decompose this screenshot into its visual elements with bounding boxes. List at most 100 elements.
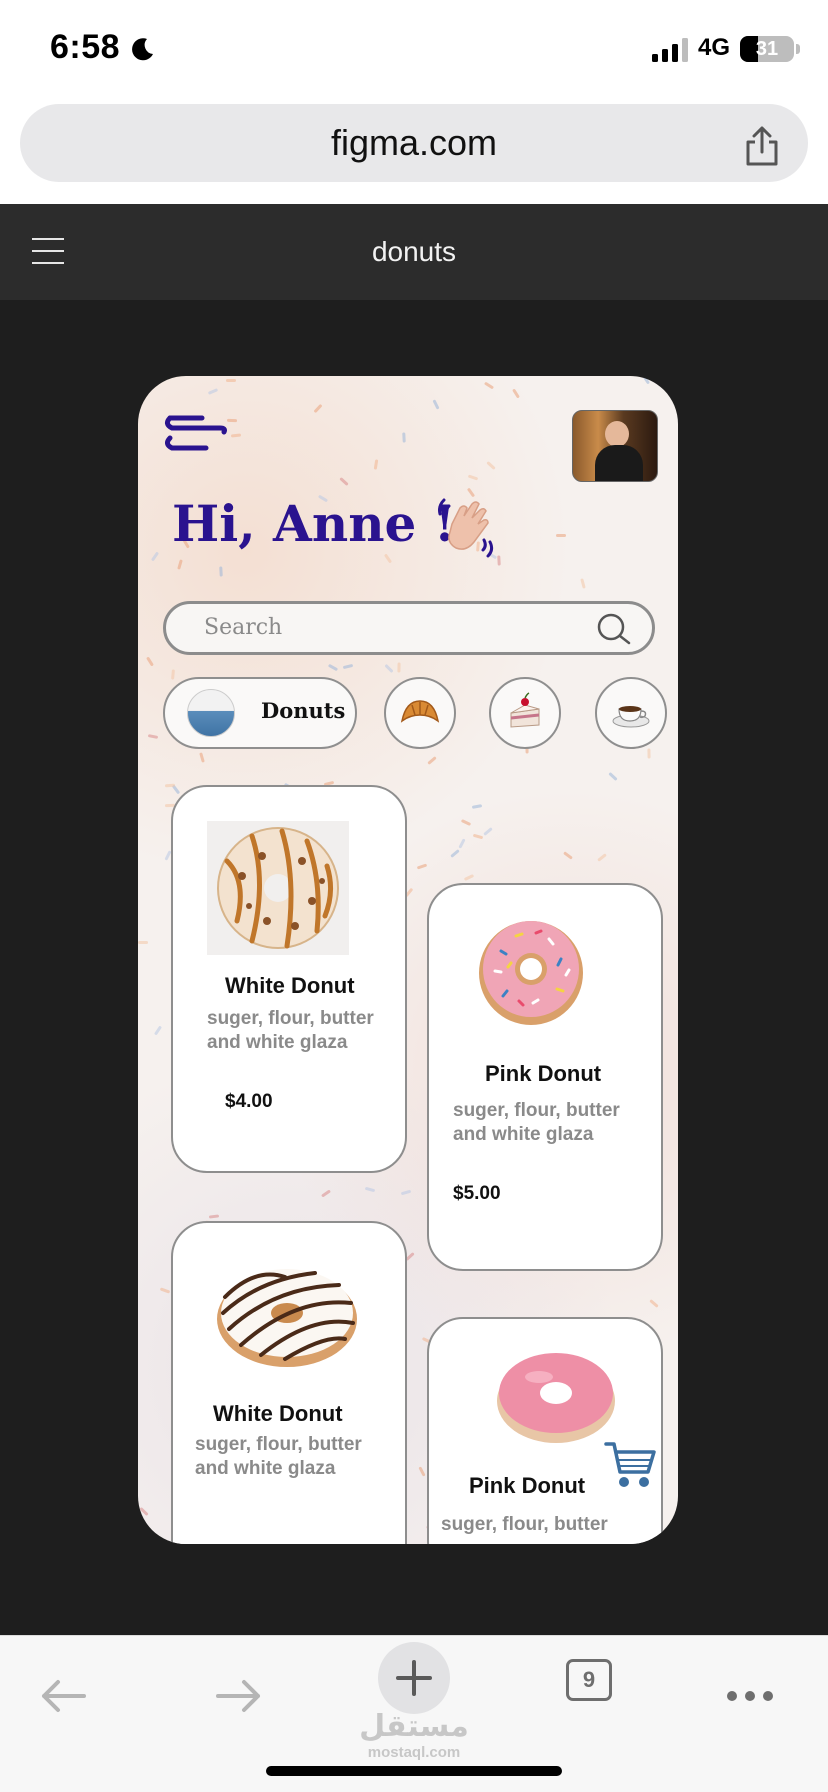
- sprinkle: [321, 1189, 331, 1198]
- forward-arrow-icon[interactable]: [208, 1666, 268, 1726]
- sprinkle: [383, 553, 393, 564]
- sprinkle: [226, 418, 238, 423]
- share-icon[interactable]: [742, 124, 782, 168]
- waving-hand-icon: [438, 498, 494, 558]
- more-icon[interactable]: [720, 1666, 780, 1726]
- url-text[interactable]: figma.com: [20, 104, 808, 182]
- category-chip-cake[interactable]: [489, 677, 561, 749]
- sprinkle: [177, 559, 183, 570]
- sprinkle: [647, 748, 651, 759]
- plus-icon: [396, 1660, 432, 1696]
- network-type: 4G: [698, 34, 731, 61]
- sprinkle: [402, 432, 406, 443]
- back-arrow-icon[interactable]: [34, 1666, 94, 1726]
- sprinkle: [483, 827, 493, 836]
- product-price: $4.00: [225, 1091, 273, 1112]
- search-input[interactable]: Search: [163, 601, 655, 655]
- watermark-arabic: مستقل: [359, 1710, 469, 1743]
- sprinkle: [171, 669, 175, 680]
- product-card[interactable]: Pink Donut suger, flour, butter: [427, 1317, 663, 1544]
- product-name: White Donut: [225, 973, 355, 998]
- sprinkle: [472, 833, 484, 840]
- watermark: مستقل mostaql.com: [350, 1710, 478, 1761]
- battery-icon: 31: [740, 36, 794, 62]
- battery-level: 31: [755, 38, 779, 60]
- sprinkle: [649, 1299, 659, 1308]
- product-image-pink-sprinkle-donut: [479, 921, 583, 1025]
- sprinkle: [450, 849, 460, 858]
- sprinkle: [364, 1186, 376, 1193]
- sprinkle: [208, 1214, 220, 1219]
- sprinkle: [153, 1025, 163, 1036]
- home-indicator[interactable]: [266, 1766, 562, 1776]
- sprinkle: [486, 461, 496, 470]
- sprinkle: [483, 381, 495, 390]
- app-menu-icon[interactable]: [162, 412, 228, 456]
- greeting-heading: Hi, Anne !: [172, 494, 456, 553]
- sprinkle: [327, 663, 339, 672]
- sprinkle: [339, 477, 349, 486]
- donut-icon: [187, 689, 235, 737]
- product-image-chocolate-drizzle-donut: [217, 1269, 357, 1367]
- sprinkle: [146, 656, 154, 667]
- croissant-icon: [400, 700, 440, 723]
- product-card[interactable]: White Donut suger, flour, butter and whi…: [171, 1221, 407, 1544]
- product-image-pink-glazed-donut: [497, 1353, 615, 1443]
- sprinkle: [313, 403, 323, 414]
- sprinkle: [608, 771, 618, 782]
- sprinkle: [342, 663, 354, 670]
- sprinkle: [512, 388, 520, 399]
- sprinkle: [418, 1466, 426, 1477]
- product-description: suger, flour, butter and white glaza: [195, 1434, 362, 1479]
- category-label: Donuts: [261, 698, 346, 723]
- product-image-caramel-donut: [207, 821, 349, 955]
- sprinkle: [138, 941, 148, 944]
- new-tab-button[interactable]: [378, 1642, 450, 1714]
- sprinkle: [427, 756, 437, 765]
- product-description: suger, flour, butter: [441, 1514, 608, 1535]
- search-placeholder: Search: [204, 615, 283, 640]
- search-icon[interactable]: [596, 612, 632, 646]
- product-card[interactable]: White Donut suger, flour, butter and whi…: [171, 785, 407, 1173]
- category-chip-coffee[interactable]: [595, 677, 667, 749]
- avatar[interactable]: [572, 410, 658, 482]
- prototype-title: donuts: [371, 236, 457, 267]
- sprinkle: [207, 388, 219, 395]
- address-bar[interactable]: figma.com: [20, 104, 808, 182]
- status-time: 6:58: [50, 28, 121, 66]
- product-description: suger, flour, butter and white glaza: [453, 1100, 620, 1145]
- sprinkle: [471, 804, 483, 809]
- watermark-latin: mostaql.com: [367, 1744, 461, 1761]
- sprinkle: [147, 734, 159, 739]
- signal-icon: [652, 38, 688, 62]
- sprinkle: [384, 663, 394, 674]
- category-chip-donuts[interactable]: Donuts: [163, 677, 357, 749]
- app-frame: Hi, Anne ! Search Donuts White Donut sug…: [138, 376, 678, 1544]
- product-name: Pink Donut: [469, 1473, 586, 1498]
- status-bar: 6:58 4G 31: [0, 0, 828, 100]
- product-description: suger, flour, butter and white glaza: [207, 1008, 374, 1053]
- sprinkle: [432, 399, 440, 410]
- sprinkle: [230, 433, 242, 438]
- sprinkle: [400, 1189, 412, 1196]
- battery-cap: [796, 44, 800, 54]
- sprinkle: [225, 378, 237, 383]
- sprinkle: [597, 853, 607, 862]
- sprinkle: [199, 752, 205, 763]
- sprinkle: [556, 534, 566, 537]
- cake-icon: [510, 692, 540, 728]
- product-name: Pink Donut: [485, 1061, 602, 1086]
- sprinkle: [460, 819, 472, 826]
- category-chip-croissant[interactable]: [384, 677, 456, 749]
- moon-icon: [132, 38, 153, 61]
- sprinkle: [580, 578, 586, 589]
- coffee-cup-icon: [612, 706, 650, 728]
- figma-prototype-header: donuts: [0, 204, 828, 300]
- shopping-cart-icon[interactable]: [602, 1438, 658, 1494]
- tabs-button[interactable]: 9: [566, 1659, 612, 1701]
- sprinkle: [463, 874, 475, 881]
- product-price: $5.00: [453, 1183, 501, 1204]
- sprinkle: [219, 566, 223, 577]
- product-card[interactable]: Pink Donut suger, flour, butter and whit…: [427, 883, 663, 1271]
- sprinkle: [159, 1287, 171, 1294]
